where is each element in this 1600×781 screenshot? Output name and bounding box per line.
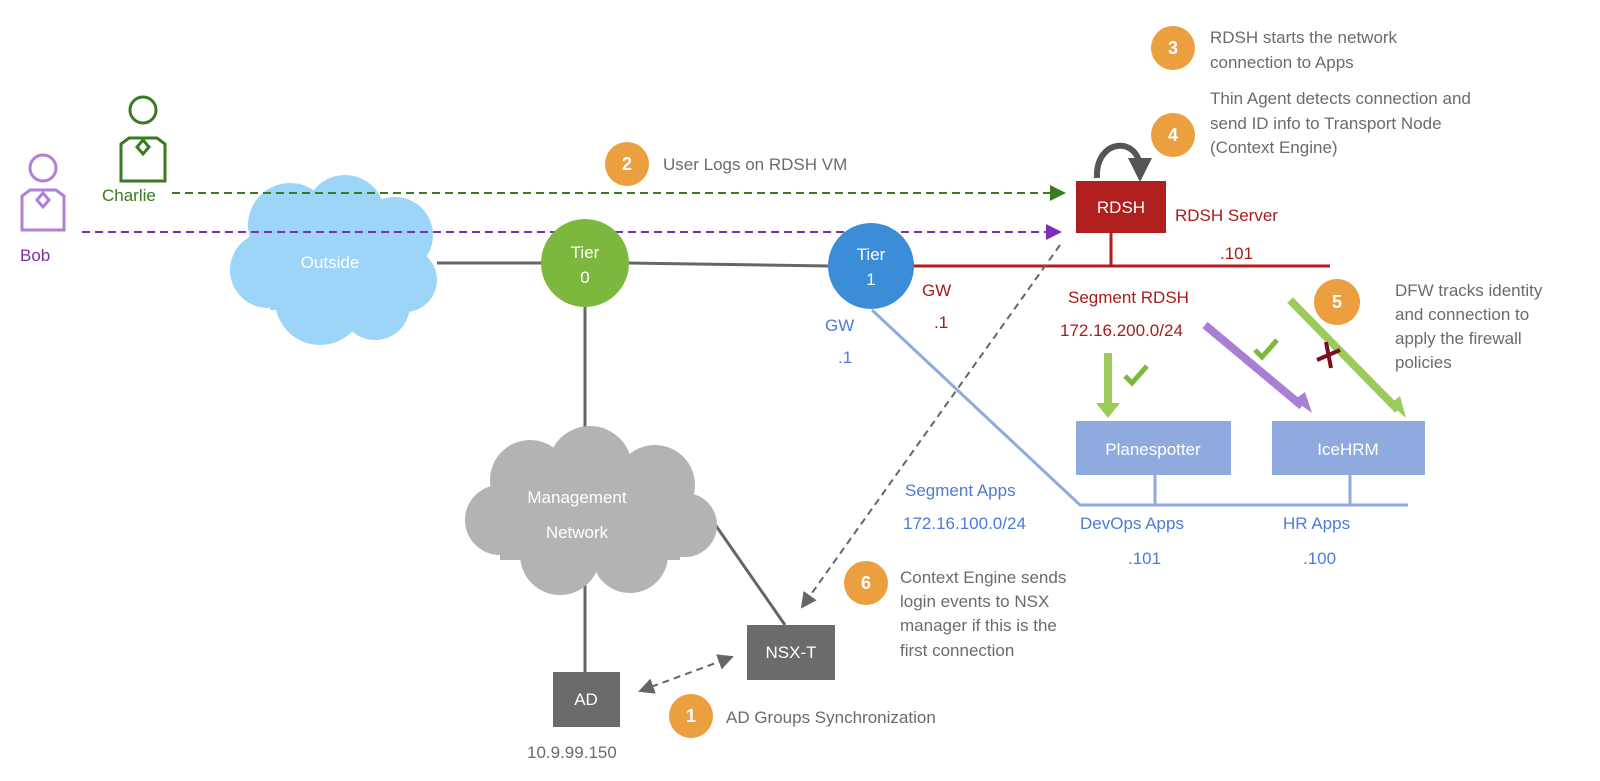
svg-text:AD Groups Synchronization: AD Groups Synchronization: [726, 708, 936, 727]
svg-text:DFW tracks identity: DFW tracks identity: [1395, 281, 1543, 300]
svg-text:Thin Agent detects connection: Thin Agent detects connection and: [1210, 89, 1471, 108]
step-1: 1 AD Groups Synchronization: [669, 694, 936, 738]
svg-text:connection to Apps: connection to Apps: [1210, 53, 1354, 72]
segment-rdsh-cidr: 172.16.200.0/24: [1060, 321, 1183, 340]
allow-arrow-planespotter: [1096, 353, 1120, 418]
svg-text:and connection to: and connection to: [1395, 305, 1529, 324]
svg-text:login events to NSX: login events to NSX: [900, 592, 1049, 611]
outside-label: Outside: [301, 253, 360, 272]
hr-apps-label: HR Apps: [1283, 514, 1350, 533]
svg-text:6: 6: [861, 573, 871, 593]
devops-apps-ip: .101: [1128, 549, 1161, 568]
svg-text:Context Engine sends: Context Engine sends: [900, 568, 1066, 587]
gw-apps-ip: .1: [838, 348, 852, 367]
nsx-t-label: NSX-T: [766, 643, 817, 662]
ad-sync-arrow: [638, 654, 734, 694]
svg-text:apply the firewall: apply the firewall: [1395, 329, 1522, 348]
user-bob-icon: [20, 153, 66, 232]
tier1-label: Tier: [857, 245, 886, 264]
gw-apps-label: GW: [825, 316, 854, 335]
management-cloud: [465, 426, 717, 595]
check-icon: [1123, 364, 1149, 387]
step-2: 2 User Logs on RDSH VM: [605, 142, 847, 186]
check-icon: [1253, 338, 1279, 361]
segment-apps-name: Segment Apps: [905, 481, 1016, 500]
gw-rdsh-label: GW: [922, 281, 951, 300]
user-charlie-icon: [119, 95, 167, 183]
diagram: Bob Charlie Outside Tier 0 Tier 1 GW .1 …: [20, 26, 1543, 762]
svg-text:first connection: first connection: [900, 641, 1014, 660]
user-charlie-label: Charlie: [102, 186, 156, 205]
step-6: 6 Context Engine sends login events to N…: [844, 561, 1066, 660]
svg-text:policies: policies: [1395, 353, 1452, 372]
step-3: 3 RDSH starts the network connection to …: [1151, 26, 1398, 72]
icehrm-label: IceHRM: [1317, 440, 1378, 459]
svg-text:RDSH starts the network: RDSH starts the network: [1210, 28, 1398, 47]
svg-text:5: 5: [1332, 292, 1342, 312]
segment-rdsh-name: Segment RDSH: [1068, 288, 1189, 307]
link-tier0-tier1: [627, 261, 831, 268]
link-mgmt-nsx: [710, 519, 787, 626]
svg-text:4: 4: [1168, 125, 1178, 145]
svg-text:3: 3: [1168, 38, 1178, 58]
tier0-label: Tier: [571, 243, 600, 262]
rdsh-ip: .101: [1220, 244, 1253, 263]
svg-text:2: 2: [622, 154, 632, 174]
devops-apps-label: DevOps Apps: [1080, 514, 1184, 533]
hr-apps-ip: .100: [1303, 549, 1336, 568]
ad-label: AD: [574, 690, 598, 709]
rdsh-box-label: RDSH: [1097, 198, 1145, 217]
tier0-number: 0: [580, 268, 589, 287]
svg-text:send ID info to Transport Node: send ID info to Transport Node: [1210, 114, 1442, 133]
loop-arrow-icon: [1093, 142, 1152, 182]
user-bob-label: Bob: [20, 246, 50, 265]
rdsh-server-label: RDSH Server: [1175, 206, 1278, 225]
gw-rdsh-ip: .1: [934, 313, 948, 332]
bob-arrow-icehrm: [1202, 321, 1312, 413]
segment-apps-cidr: 172.16.100.0/24: [903, 514, 1026, 533]
network-label: Network: [546, 523, 609, 542]
tier0-router[interactable]: [541, 219, 629, 307]
management-label: Management: [527, 488, 627, 507]
svg-text:(Context Engine): (Context Engine): [1210, 138, 1338, 157]
svg-text:1: 1: [686, 706, 696, 726]
planespotter-label: Planespotter: [1105, 440, 1201, 459]
svg-text:User Logs on RDSH VM: User Logs on RDSH VM: [663, 155, 847, 174]
ad-ip: 10.9.99.150: [527, 743, 617, 762]
svg-text:manager if this is the: manager if this is the: [900, 616, 1057, 635]
step-4: 4 Thin Agent detects connection and send…: [1151, 89, 1471, 157]
tier1-router[interactable]: [828, 223, 914, 309]
tier1-number: 1: [866, 270, 875, 289]
